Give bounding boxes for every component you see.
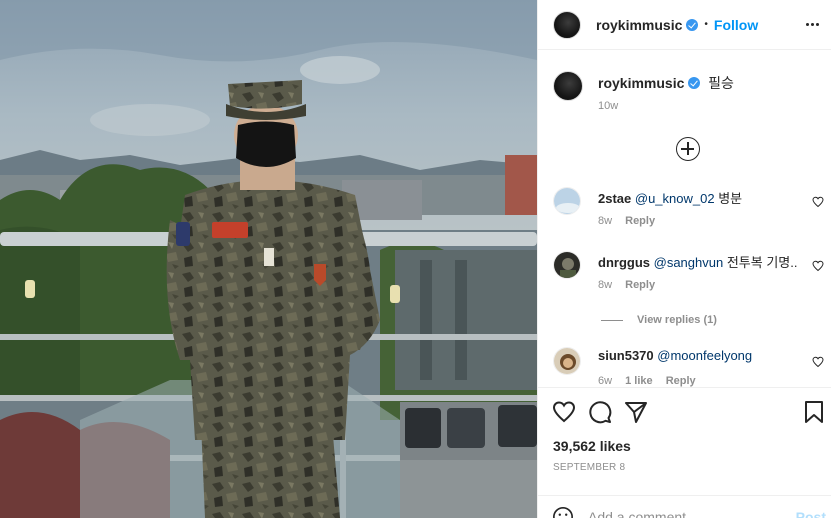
comment-body: 전투복 기명.. — [726, 255, 798, 270]
comment-like-heart-icon[interactable] — [812, 260, 824, 272]
post-date[interactable]: SEPTEMBER 8 — [553, 462, 625, 473]
comment-meta: 8w Reply — [598, 215, 665, 227]
caption-avatar[interactable] — [553, 71, 583, 101]
verified-badge-icon — [688, 77, 701, 89]
avatar-image — [554, 188, 580, 214]
post-header: roykimmusic • Follow — [538, 0, 831, 50]
comment-avatar[interactable] — [553, 347, 581, 375]
caption-text: roykimmusic 필승 — [598, 73, 734, 93]
save-bookmark-icon[interactable] — [802, 400, 826, 424]
caption-body: 필승 — [708, 75, 734, 91]
post-image — [0, 0, 537, 518]
avatar[interactable] — [553, 10, 581, 39]
comment-username[interactable]: siun5370 — [598, 348, 654, 363]
comment-item: dnrggus @sanghvun 전투복 기명.. 8w Reply — [553, 251, 831, 311]
view-replies-label: View replies (1) — [637, 314, 717, 326]
instagram-post: roykimmusic • Follow roykimmusic 필승 10w — [0, 0, 831, 518]
load-more-comments-icon[interactable] — [676, 137, 700, 161]
caption-username[interactable]: roykimmusic — [598, 75, 684, 91]
more-options-icon[interactable] — [802, 14, 822, 34]
follow-button[interactable]: Follow — [714, 17, 758, 33]
comment-time[interactable]: 8w — [598, 279, 612, 291]
comment-meta: 6w 1 like Reply — [598, 375, 706, 387]
comment-username[interactable]: dnrggus — [598, 255, 650, 270]
comment-time[interactable]: 8w — [598, 215, 612, 227]
comments-list[interactable]: roykimmusic 필승 10w 2stae @u_know_02 병분 8… — [538, 51, 831, 387]
comment-time[interactable]: 6w — [598, 375, 612, 387]
comment-text: 2stae @u_know_02 병분 — [598, 188, 742, 207]
avatar-image — [554, 348, 580, 374]
comment-likes[interactable]: 1 like — [625, 375, 653, 387]
share-send-icon[interactable] — [624, 400, 648, 424]
comment-mention[interactable]: @moonfeelyong — [657, 348, 752, 363]
like-heart-icon[interactable] — [552, 400, 576, 424]
comment-mention[interactable]: @sanghvun — [654, 255, 724, 270]
comment-like-heart-icon[interactable] — [812, 356, 824, 368]
caption-time[interactable]: 10w — [598, 100, 618, 112]
emoji-icon[interactable] — [552, 506, 574, 518]
comment-meta: 8w Reply — [598, 279, 665, 291]
comment-text: siun5370 @moonfeelyong — [598, 348, 752, 363]
avatar-image — [554, 252, 580, 278]
header-separator: • — [704, 19, 708, 30]
view-replies-button[interactable]: View replies (1) — [601, 314, 717, 326]
reply-button[interactable]: Reply — [625, 279, 655, 291]
comment-avatar[interactable] — [553, 251, 581, 279]
comment-username[interactable]: 2stae — [598, 191, 631, 206]
comment-text: dnrggus @sanghvun 전투복 기명.. — [598, 252, 797, 271]
post-actions: 39,562 likes SEPTEMBER 8 Post — [538, 387, 831, 518]
post-photo[interactable] — [0, 0, 537, 518]
verified-badge-icon — [686, 18, 699, 31]
reply-button[interactable]: Reply — [625, 215, 655, 227]
add-comment-bar: Post — [538, 495, 831, 518]
reply-button[interactable]: Reply — [666, 375, 696, 387]
comment-item: 2stae @u_know_02 병분 8w Reply — [553, 187, 831, 247]
comment-input[interactable] — [588, 507, 778, 518]
comment-like-heart-icon[interactable] — [812, 196, 824, 208]
comment-avatar[interactable] — [553, 187, 581, 215]
comment-body: 병분 — [718, 191, 743, 206]
header-username[interactable]: roykimmusic — [596, 17, 682, 33]
post-comment-button[interactable]: Post — [796, 509, 826, 518]
comment-mention[interactable]: @u_know_02 — [635, 191, 715, 206]
comment-item: siun5370 @moonfeelyong 6w 1 like Reply — [553, 347, 831, 387]
view-replies-line — [601, 319, 623, 321]
post-side-panel: roykimmusic • Follow roykimmusic 필승 10w — [537, 0, 831, 518]
comment-bubble-icon[interactable] — [588, 400, 612, 424]
like-count[interactable]: 39,562 likes — [553, 438, 631, 454]
action-bar — [552, 400, 824, 426]
